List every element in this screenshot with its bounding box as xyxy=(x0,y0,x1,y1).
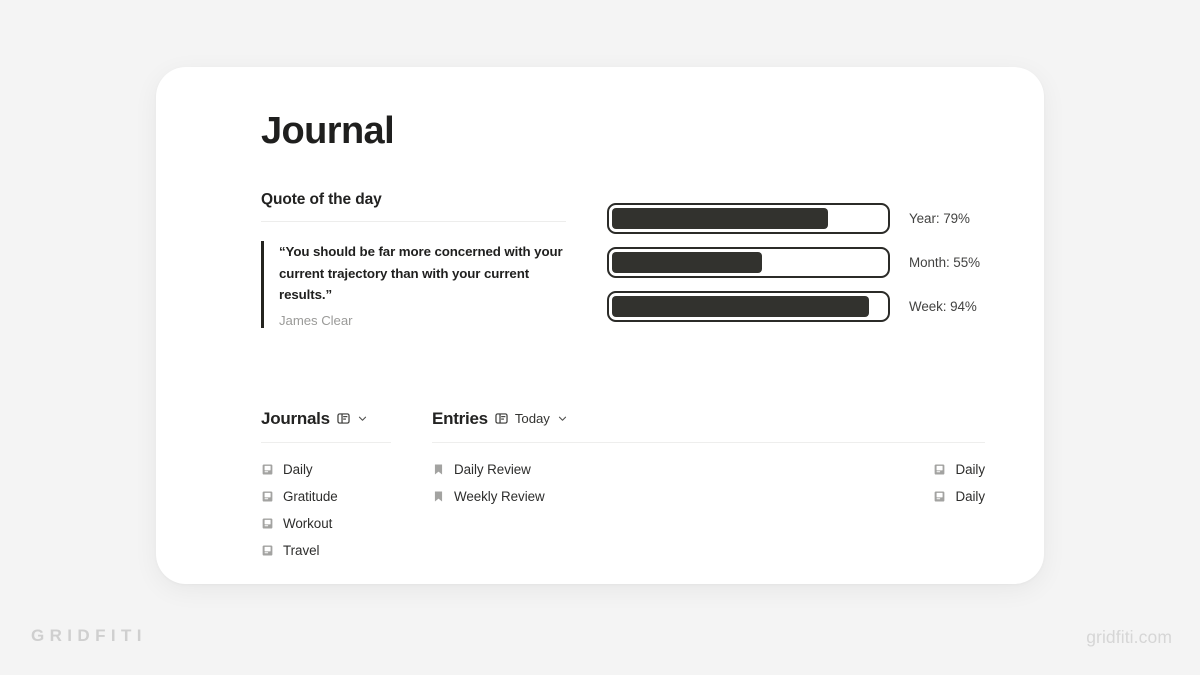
journals-list-item-label: Daily xyxy=(283,462,313,478)
journals-list-item[interactable]: Travel xyxy=(261,538,391,564)
progress-label-week: Week: 94% xyxy=(909,299,977,314)
entries-relation-tag[interactable]: Daily xyxy=(933,462,985,477)
chevron-down-icon[interactable] xyxy=(357,413,368,424)
progress-fill-year xyxy=(612,208,828,229)
progress-track-week xyxy=(607,291,890,322)
entries-list-item-main: Weekly Review xyxy=(432,489,545,504)
entries-list-item-label: Weekly Review xyxy=(454,489,545,505)
entries-view-name[interactable]: Today xyxy=(515,411,550,426)
journal-dashboard-card: Journal Quote of the day “You should be … xyxy=(156,67,1044,584)
journals-divider xyxy=(261,441,391,443)
quote-author: James Clear xyxy=(279,312,353,328)
notebook-icon xyxy=(261,463,274,476)
entries-divider xyxy=(432,441,985,443)
entries-list-item-main: Daily Review xyxy=(432,462,531,477)
notebook-icon xyxy=(261,544,274,557)
journals-list-item-label: Workout xyxy=(283,516,333,532)
journals-title[interactable]: Journals xyxy=(261,409,330,429)
quote-heading-divider xyxy=(261,221,566,222)
entries-database-header: Entries Today xyxy=(432,407,985,431)
progress-fill-month xyxy=(612,252,763,273)
journals-database: Journals Daily Gratitude Workout Travel xyxy=(261,407,391,565)
notebook-icon xyxy=(933,490,946,503)
progress-label-year: Year: 79% xyxy=(909,211,970,226)
progress-bars-column: Year: 79% Month: 55% Week: 94% xyxy=(607,191,980,328)
gridfiti-wordmark: GRIDFITI xyxy=(31,626,147,645)
bookmark-icon xyxy=(432,463,445,476)
quote-text: “You should be far more concerned with y… xyxy=(279,244,563,303)
chevron-down-icon[interactable] xyxy=(557,413,568,424)
progress-row-week: Week: 94% xyxy=(607,291,980,322)
journals-list-item[interactable]: Gratitude xyxy=(261,484,391,510)
entries-list: Daily Review Daily Weekly Review Daily xyxy=(432,457,985,510)
table-view-icon[interactable] xyxy=(337,412,350,425)
notebook-icon xyxy=(933,463,946,476)
progress-track-month xyxy=(607,247,890,278)
journals-list-item-label: Travel xyxy=(283,543,320,559)
card-content: Journal Quote of the day “You should be … xyxy=(261,110,985,584)
quote-callout: “You should be far more concerned with y… xyxy=(261,241,566,328)
quote-column: Quote of the day “You should be far more… xyxy=(261,191,566,328)
entries-list-item[interactable]: Daily Review Daily xyxy=(432,457,985,483)
journals-list: Daily Gratitude Workout Travel xyxy=(261,457,391,564)
journals-database-header: Journals xyxy=(261,407,391,431)
entries-database: Entries Today Daily Review Daily Weekly … xyxy=(432,407,985,565)
databases-section: Journals Daily Gratitude Workout Travel … xyxy=(261,407,985,565)
quote-section-heading: Quote of the day xyxy=(261,191,382,208)
journals-list-item[interactable]: Daily xyxy=(261,457,391,483)
entries-list-item[interactable]: Weekly Review Daily xyxy=(432,484,985,510)
entries-relation-label: Daily xyxy=(955,462,985,478)
bookmark-icon xyxy=(432,490,445,503)
notebook-icon xyxy=(261,490,274,503)
gridfiti-url: gridfiti.com xyxy=(1086,627,1172,647)
table-view-icon[interactable] xyxy=(495,412,508,425)
progress-row-month: Month: 55% xyxy=(607,247,980,278)
progress-row-year: Year: 79% xyxy=(607,203,980,234)
progress-fill-week xyxy=(612,296,869,317)
page-title: Journal xyxy=(261,110,395,152)
upper-section: Quote of the day “You should be far more… xyxy=(261,191,984,328)
journals-list-item[interactable]: Workout xyxy=(261,511,391,537)
notebook-icon xyxy=(261,517,274,530)
progress-track-year xyxy=(607,203,890,234)
entries-relation-tag[interactable]: Daily xyxy=(933,489,985,504)
journals-list-item-label: Gratitude xyxy=(283,489,338,505)
progress-label-month: Month: 55% xyxy=(909,255,980,270)
entries-title[interactable]: Entries xyxy=(432,409,488,429)
entries-relation-label: Daily xyxy=(955,489,985,505)
entries-list-item-label: Daily Review xyxy=(454,462,531,478)
